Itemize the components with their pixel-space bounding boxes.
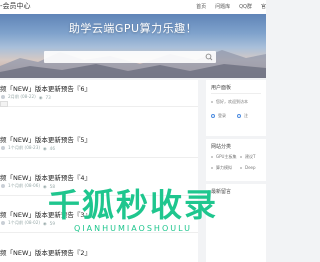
card-title: 最新留言 (211, 189, 232, 195)
post-thumbnail[interactable] (0, 101, 8, 107)
register-icon (237, 114, 241, 118)
bullet-icon (211, 156, 213, 158)
eye-icon: ◉ (38, 94, 43, 100)
author-avatar-icon (1, 95, 5, 99)
search-bar (44, 51, 216, 71)
post-views: 58 (49, 183, 55, 189)
list-item[interactable]: 频「NEW」版本更新预告『4』 1个月前 (08-06) ◉ 58 (0, 169, 198, 196)
user-panel-card: 用户面板 您好，欢迎到访本 登录 注 (206, 80, 266, 136)
post-title[interactable]: 频「NEW」版本更新预告『6』 (0, 83, 91, 93)
post-meta: 1个月前 (08-06) ◉ 58 (1, 183, 55, 189)
list-item[interactable]: 频「NEW」版本更新预告『3』 1个月前 (08-02) ◉ 59 (0, 206, 198, 233)
bullet-icon (240, 156, 242, 158)
hero-slogan: 助学云端GPU算力乐趣！ (68, 22, 198, 35)
latest-comments-card: 最新留言 (206, 184, 266, 262)
list-item[interactable]: 频「NEW」版本更新预告『5』 1个月前 (08-23) ◉ 46 (0, 131, 198, 158)
list-item[interactable]: 频「NEW」版本更新预告『2』 (0, 244, 198, 262)
list-item[interactable]: 频「NEW」版本更新预告『6』 2月前 (08-22) ◉ 73 (0, 80, 198, 107)
eye-icon: ◉ (43, 145, 47, 151)
post-meta: 2月前 (08-22) ◉ 73 (1, 94, 51, 100)
search-input[interactable] (44, 59, 194, 71)
card-title: 网站分类 (211, 144, 232, 150)
login-links: 登录 注 (211, 113, 248, 119)
category-item[interactable]: Deep (240, 165, 256, 170)
post-views: 73 (45, 94, 51, 100)
author-avatar-icon (1, 221, 5, 225)
login-link[interactable]: 登录 (218, 113, 226, 119)
post-title[interactable]: 频「NEW」版本更新预告『2』 (0, 247, 91, 257)
post-views: 46 (49, 145, 55, 151)
post-views: 59 (49, 220, 55, 226)
post-title[interactable]: 频「NEW」版本更新预告『4』 (0, 172, 91, 182)
post-date: 2月前 (08-22) (8, 94, 36, 99)
hero-banner: 助学云端GPU算力乐趣！ (0, 14, 266, 78)
post-date: 1个月前 (08-02) (8, 220, 40, 225)
page: -会员中心 首页 问题库 QQ群 官 助学云端GPU算力乐趣！ 频「NEW」版本… (0, 0, 266, 262)
post-meta: 1个月前 (08-02) ◉ 59 (1, 220, 55, 226)
nav-item-official[interactable]: 官 (261, 3, 266, 12)
main-nav: 首页 问题库 QQ群 官 (196, 3, 266, 12)
category-item[interactable]: 建议T (240, 154, 255, 160)
author-avatar-icon (1, 146, 5, 150)
post-date: 1个月前 (08-23) (8, 145, 40, 150)
search-icon (205, 53, 213, 61)
category-card: 网站分类 GPU主板集 建议T 算力模拟 Deep (206, 139, 266, 181)
nav-item-questions[interactable]: 问题库 (215, 3, 230, 12)
bullet-icon (240, 166, 242, 169)
author-avatar-icon (1, 184, 5, 188)
divider (211, 93, 261, 94)
nav-item-qq-group[interactable]: QQ群 (239, 3, 252, 12)
post-title[interactable]: 频「NEW」版本更新预告『5』 (0, 134, 91, 144)
eye-icon: ◉ (43, 220, 47, 226)
post-date: 1个月前 (08-06) (8, 183, 40, 188)
register-link[interactable]: 注 (244, 113, 248, 119)
category-item[interactable]: GPU主板集 (211, 154, 236, 160)
bullet-icon (211, 101, 213, 103)
bullet-icon (211, 167, 213, 169)
top-bar: -会员中心 首页 问题库 QQ群 官 (0, 0, 266, 14)
site-title[interactable]: -会员中心 (0, 1, 31, 11)
login-icon (211, 114, 215, 118)
post-meta: 1个月前 (08-23) ◉ 46 (1, 145, 55, 151)
post-title[interactable]: 频「NEW」版本更新预告『3』 (0, 209, 91, 219)
welcome-text: 您好，欢迎到访本 (211, 99, 248, 105)
post-list: 频「NEW」版本更新预告『6』 2月前 (08-22) ◉ 73 频「NEW」版… (0, 80, 198, 262)
nav-item-home[interactable]: 首页 (196, 3, 206, 12)
eye-icon: ◉ (43, 183, 47, 189)
card-title: 用户面板 (211, 85, 232, 91)
category-item[interactable]: 算力模拟 (211, 165, 232, 171)
search-button[interactable] (202, 51, 216, 63)
